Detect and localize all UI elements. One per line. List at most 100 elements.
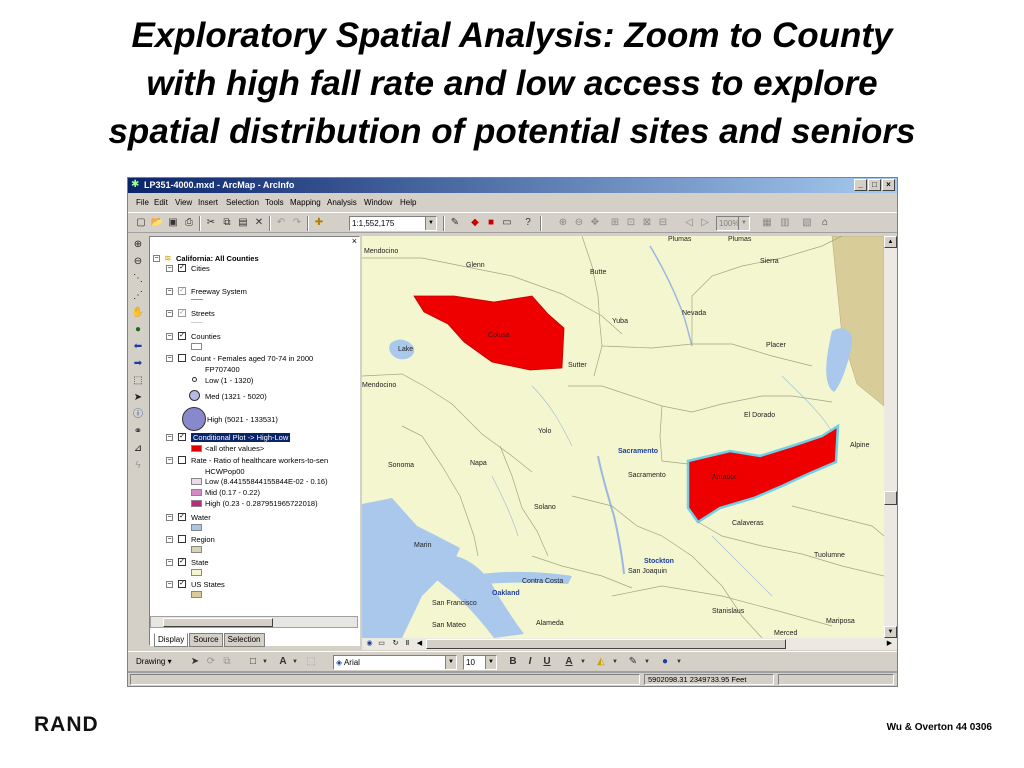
bold-button[interactable]: B xyxy=(506,655,520,669)
add-data-icon[interactable]: ✚ xyxy=(312,216,326,230)
layer-visibility-checkbox[interactable] xyxy=(178,535,186,543)
collapse-icon[interactable]: − xyxy=(153,255,160,262)
font-size-combo[interactable]: 10 ▼ xyxy=(463,655,497,670)
find-binoculars-icon[interactable]: ⚭ xyxy=(131,425,145,439)
maximize-button[interactable]: □ xyxy=(868,179,881,191)
redo-icon[interactable]: ↷ xyxy=(290,216,304,230)
measure-icon[interactable]: ⊿ xyxy=(131,442,145,456)
chevron-down-icon[interactable]: ▼ xyxy=(738,217,749,230)
toggle-draft-icon[interactable]: ▦ xyxy=(760,216,774,230)
menu-window[interactable]: Window xyxy=(364,195,392,210)
open-folder-icon[interactable]: 📂 xyxy=(150,216,164,230)
toc-layer-counties[interactable]: Counties xyxy=(191,332,221,341)
chevron-down-icon[interactable]: ▼ xyxy=(425,217,436,230)
drawing-menu[interactable]: Drawing ▾ xyxy=(136,655,172,669)
new-document-icon[interactable]: ▢ xyxy=(134,216,148,230)
collapse-icon[interactable]: − xyxy=(166,434,173,441)
back-arrow-icon[interactable]: ⬅ xyxy=(131,340,145,354)
chevron-down-icon[interactable]: ▼ xyxy=(640,655,654,669)
toc-layer-region[interactable]: Region xyxy=(191,535,215,544)
layer-visibility-checkbox[interactable]: ✓ xyxy=(178,309,186,317)
line-color-icon[interactable]: ✎ xyxy=(626,655,640,669)
toc-layer-us-states[interactable]: US States xyxy=(191,580,225,589)
scroll-up-icon[interactable]: ▲ xyxy=(884,236,897,248)
toc-layer-water[interactable]: Water xyxy=(191,513,211,522)
collapse-icon[interactable]: − xyxy=(166,310,173,317)
menu-mapping[interactable]: Mapping xyxy=(290,195,321,210)
zoom-in-icon[interactable]: ⊕ xyxy=(131,238,145,252)
close-icon[interactable]: × xyxy=(352,237,357,246)
identify-icon[interactable]: ⓘ xyxy=(131,408,145,422)
chevron-down-icon[interactable]: ▼ xyxy=(258,655,272,669)
map-hscroll-thumb[interactable] xyxy=(426,639,786,649)
underline-button[interactable]: U xyxy=(540,655,554,669)
collapse-icon[interactable]: − xyxy=(166,333,173,340)
menu-edit[interactable]: Edit xyxy=(154,195,168,210)
collapse-icon[interactable]: − xyxy=(166,559,173,566)
scroll-right-icon[interactable]: ▶ xyxy=(884,639,895,649)
layout-zoom-in-icon[interactable]: ⊕ xyxy=(556,216,570,230)
go-forward-extent-icon[interactable]: ▷ xyxy=(698,216,712,230)
italic-button[interactable]: I xyxy=(523,655,537,669)
command-line-icon[interactable]: ▭ xyxy=(500,216,514,230)
print-icon[interactable]: ⎙ xyxy=(182,216,196,230)
go-back-extent-icon[interactable]: ◁ xyxy=(682,216,696,230)
forward-arrow-icon[interactable]: ➡ xyxy=(131,357,145,371)
collapse-icon[interactable]: − xyxy=(166,355,173,362)
copy-icon[interactable]: ⧉ xyxy=(220,216,234,230)
close-button[interactable]: × xyxy=(882,179,895,191)
delete-icon[interactable]: ✕ xyxy=(252,216,266,230)
collapse-icon[interactable]: − xyxy=(166,536,173,543)
chevron-down-icon[interactable]: ▼ xyxy=(288,655,302,669)
menu-selection[interactable]: Selection xyxy=(226,195,259,210)
chevron-down-icon[interactable]: ▼ xyxy=(485,656,496,669)
paste-icon[interactable]: ▤ xyxy=(236,216,250,230)
fixed-zoom-out-icon[interactable]: ⋰ xyxy=(131,289,145,303)
zoom-out-icon[interactable]: ⊖ xyxy=(131,255,145,269)
tab-selection[interactable]: Selection xyxy=(223,633,265,647)
pan-hand-icon[interactable]: ✋ xyxy=(131,306,145,320)
zoom-100-icon[interactable]: ⊡ xyxy=(624,216,638,230)
map-vertical-scrollbar[interactable]: ▲ ▼ xyxy=(884,236,897,638)
layer-visibility-checkbox[interactable]: ✓ xyxy=(178,287,186,295)
focus-data-frame-icon[interactable]: ▥ xyxy=(778,216,792,230)
menu-tools[interactable]: Tools xyxy=(265,195,284,210)
map-tips-icon[interactable]: ⌂ xyxy=(818,216,832,230)
menu-help[interactable]: Help xyxy=(400,195,416,210)
toc-layer-conditional-plot[interactable]: Conditional Plot -> High-Low xyxy=(191,433,291,442)
fixed-zoom-out-icon[interactable]: ⊟ xyxy=(656,216,670,230)
chevron-down-icon[interactable]: ▼ xyxy=(672,655,686,669)
toc-layer-rate[interactable]: Rate - Ratio of healthcare workers-to-se… xyxy=(191,456,328,465)
pause-drawing-icon[interactable]: Ⅱ xyxy=(402,639,413,649)
marker-color-icon[interactable]: ● xyxy=(658,655,672,669)
fixed-zoom-in-icon[interactable]: ⊠ xyxy=(640,216,654,230)
change-layout-icon[interactable]: ▧ xyxy=(800,216,814,230)
select-elements-icon[interactable]: ➤ xyxy=(188,655,202,669)
layer-visibility-checkbox[interactable]: ✓ xyxy=(178,513,186,521)
toc-layer-cities[interactable]: Cities xyxy=(191,264,210,273)
editor-icon[interactable]: ✎ xyxy=(448,216,462,230)
select-elements-icon[interactable]: ➤ xyxy=(131,391,145,405)
toc-scroll-thumb[interactable] xyxy=(163,618,273,627)
layer-visibility-checkbox[interactable]: ✓ xyxy=(178,264,186,272)
minimize-button[interactable]: _ xyxy=(854,179,867,191)
collapse-icon[interactable]: − xyxy=(166,265,173,272)
menu-view[interactable]: View xyxy=(175,195,192,210)
save-icon[interactable]: ▣ xyxy=(166,216,180,230)
hyperlink-icon[interactable]: ϟ xyxy=(131,459,145,473)
layout-view-icon[interactable]: ▭ xyxy=(376,639,387,649)
layer-visibility-checkbox[interactable]: ✓ xyxy=(178,332,186,340)
toc-horizontal-scrollbar[interactable] xyxy=(150,616,358,628)
chevron-down-icon[interactable]: ▼ xyxy=(608,655,622,669)
cut-icon[interactable]: ✂ xyxy=(204,216,218,230)
font-name-combo[interactable]: ◈ Arial ▼ xyxy=(333,655,457,670)
edit-vertices-icon[interactable]: ⬚ xyxy=(304,655,318,669)
arccatalog-icon[interactable]: ■ xyxy=(484,216,498,230)
scroll-left-icon[interactable]: ◀ xyxy=(414,639,425,649)
select-features-icon[interactable]: ⬚ xyxy=(131,374,145,388)
menu-analysis[interactable]: Analysis xyxy=(327,195,357,210)
toc-layer-freeway[interactable]: Freeway System xyxy=(191,287,247,296)
full-extent-globe-icon[interactable]: ● xyxy=(131,323,145,337)
chevron-down-icon[interactable]: ▼ xyxy=(576,655,590,669)
refresh-icon[interactable]: ↻ xyxy=(390,639,401,649)
